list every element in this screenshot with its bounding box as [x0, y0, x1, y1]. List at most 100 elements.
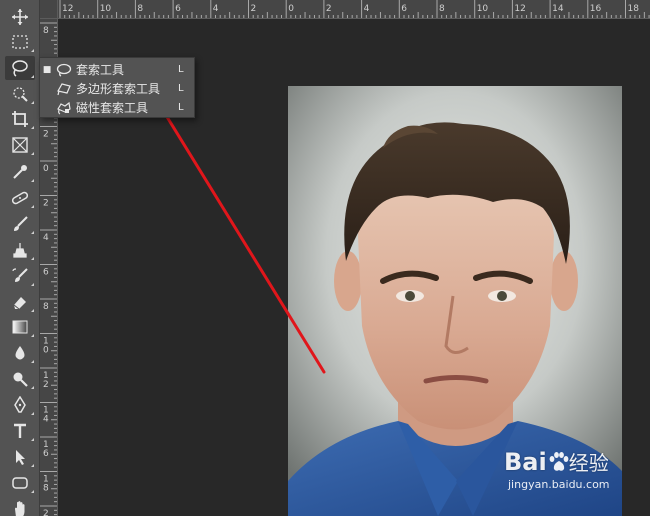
flyout-item-label: 多边形套索工具: [76, 82, 161, 96]
arrow-cursor-icon: [16, 450, 25, 465]
ruler-label: 12: [62, 4, 73, 14]
flyout-indicator-icon: [31, 231, 34, 234]
flyout-indicator-icon: [31, 490, 34, 493]
lasso-tool[interactable]: [5, 56, 35, 80]
marquee-tool[interactable]: [5, 30, 35, 54]
ruler-label: 6: [43, 268, 49, 278]
move-icon: [12, 9, 28, 25]
ruler-label: 18: [628, 4, 640, 14]
stamp-icon: [13, 243, 27, 258]
ruler-label: 2: [251, 4, 257, 14]
flyout-indicator-icon: [31, 412, 34, 415]
lasso-icon: [54, 62, 74, 78]
magnetic-lasso-icon: [54, 100, 74, 116]
flyout-indicator-icon: [31, 257, 34, 260]
flyout-item-shortcut: L: [178, 64, 184, 75]
gradient-tool[interactable]: [5, 315, 35, 339]
frame-tool[interactable]: [5, 133, 35, 157]
frame-icon: [12, 137, 28, 153]
flyout-indicator-icon: [31, 75, 34, 78]
ruler-origin[interactable]: [40, 0, 58, 19]
eyedropper-tool[interactable]: [5, 160, 35, 184]
pen-tool[interactable]: [5, 393, 35, 417]
pen-icon: [14, 396, 26, 413]
path-select-tool[interactable]: [5, 445, 35, 469]
flyout-item-label: 磁性套索工具: [76, 101, 149, 115]
eraser-icon: [13, 297, 26, 310]
ruler-label: 16: [590, 4, 602, 14]
quick-select-tool[interactable]: [5, 82, 35, 106]
selected-tool-mark: ■: [42, 64, 52, 75]
ruler-label: 10: [477, 4, 489, 14]
crop-icon: [12, 111, 28, 127]
ruler-label: 6: [401, 4, 407, 14]
ruler-label: 8: [43, 302, 49, 312]
ruler-label: 2: [43, 130, 49, 140]
flyout-indicator-icon: [31, 152, 34, 155]
flyout-indicator-icon: [31, 386, 34, 389]
history-brush-icon: [12, 268, 28, 282]
flyout-indicator-icon: [31, 283, 34, 286]
flyout-indicator-icon: [31, 101, 34, 104]
ruler-label: 4: [213, 4, 219, 14]
horizontal-ruler-ticks: 12 10 8 6 4 2 0 2 4 6 8 10 12 14 16 18: [59, 0, 650, 18]
dodge-icon: [13, 372, 28, 387]
marquee-icon: [12, 35, 28, 49]
flyout-item-label: 套索工具: [76, 63, 125, 77]
history-brush-tool[interactable]: [5, 264, 35, 288]
hand-icon: [15, 501, 25, 516]
ruler-label: 2: [43, 509, 49, 516]
lasso-icon: [12, 60, 28, 77]
horizontal-ruler[interactable]: 12 10 8 6 4 2 0 2 4 6 8 10 12 14 16 18: [58, 0, 650, 19]
lasso-tool-flyout-menu: ■ 套索工具 L 多边形套索工具 L 磁性套索工具 L: [39, 57, 195, 118]
flyout-item-lasso[interactable]: ■ 套索工具 L: [40, 60, 194, 79]
ruler-label: 4: [43, 415, 49, 425]
ruler-label: 8: [439, 4, 445, 14]
ruler-label: 8: [137, 4, 143, 14]
hand-tool[interactable]: [5, 497, 35, 516]
shape-tool[interactable]: [5, 471, 35, 495]
eraser-tool[interactable]: [5, 290, 35, 314]
flyout-indicator-icon: [31, 464, 34, 467]
flyout-indicator-icon: [31, 360, 34, 363]
blur-tool[interactable]: [5, 341, 35, 365]
clone-stamp-tool[interactable]: [5, 238, 35, 262]
ruler-label: 0: [43, 164, 49, 174]
watermark-logo: Bai 经验: [504, 447, 609, 476]
flyout-item-shortcut: L: [178, 102, 184, 113]
dodge-tool[interactable]: [5, 367, 35, 391]
ruler-label: 10: [100, 4, 112, 14]
polygon-lasso-icon: [54, 81, 74, 97]
ruler-label: 4: [43, 233, 49, 243]
quick-select-icon: [13, 87, 28, 102]
paw-icon: [547, 451, 569, 473]
ruler-label: 0: [43, 346, 49, 356]
flyout-item-polygonal-lasso[interactable]: 多边形套索工具 L: [40, 79, 194, 98]
rounded-rect-icon: [12, 477, 28, 489]
ruler-label: 12: [514, 4, 525, 14]
flyout-indicator-icon: [31, 438, 34, 441]
ruler-label: 6: [175, 4, 181, 14]
flyout-item-magnetic-lasso[interactable]: 磁性套索工具 L: [40, 98, 194, 117]
watermark-logo-right: 经验: [568, 451, 609, 475]
brush-tool[interactable]: [5, 212, 35, 236]
watermark-logo-left: Bai: [504, 448, 547, 476]
healing-brush-tool[interactable]: [5, 186, 35, 210]
gradient-icon: [12, 320, 28, 334]
eyedropper-icon: [13, 165, 27, 179]
flyout-indicator-icon: [31, 309, 34, 312]
ruler-label: 2: [43, 199, 49, 209]
flyout-indicator-icon: [31, 205, 34, 208]
brush-icon: [14, 216, 28, 231]
type-icon: [14, 423, 26, 438]
baidu-jingyan-watermark: Bai 经验 jingyan.baidu.com: [504, 447, 622, 497]
flyout-indicator-icon: [31, 49, 34, 52]
watermark-url: jingyan.baidu.com: [508, 478, 610, 491]
ruler-label: 6: [43, 449, 49, 459]
drop-icon: [15, 346, 25, 360]
type-tool[interactable]: [5, 419, 35, 443]
ruler-label: 2: [326, 4, 332, 14]
crop-tool[interactable]: [5, 107, 35, 131]
move-tool[interactable]: [5, 5, 35, 29]
flyout-item-shortcut: L: [178, 83, 184, 94]
